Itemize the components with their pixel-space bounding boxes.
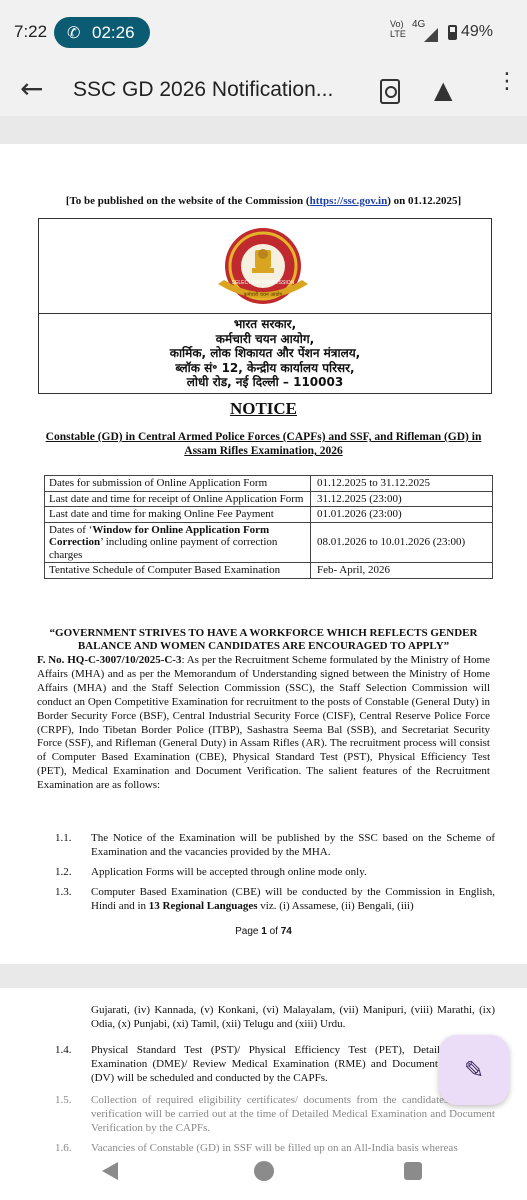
header-box: SELECTION COMMISSION कर्मचारी चयन आयोग भ…: [38, 218, 492, 394]
back-arrow-icon[interactable]: ←: [20, 72, 43, 105]
battery-level: 49%: [461, 23, 494, 40]
ssc-website-link[interactable]: https://ssc.gov.in: [310, 195, 388, 207]
status-bar: 7:22 ✆ 02:26 Vo) LTE 4G 49%: [0, 0, 527, 66]
clock: 7:22: [14, 22, 48, 41]
find-in-document-icon[interactable]: [380, 79, 400, 104]
notice-body-paragraph: F. No. HQ-C-3007/10/2025-C-3: As per the…: [37, 654, 490, 792]
pdf-page-1: [To be published on the website of the C…: [0, 144, 527, 964]
header-hindi-address: भारत सरकार, कर्मचारी चयन आयोग, कार्मिक, …: [169, 317, 361, 389]
app-bar: ← SSC GD 2026 Notification... ▲ ⋮: [0, 66, 527, 116]
add-to-drive-icon[interactable]: ▲: [434, 76, 452, 104]
signal-icon: [424, 28, 438, 42]
publish-line: [To be published on the website of the C…: [65, 195, 462, 207]
table-row: Dates of ‘Window for Online Application …: [44, 521, 493, 563]
table-row: Dates for submission of Online Applicati…: [44, 475, 493, 492]
emblem-text: SELECTION COMMISSION: [232, 280, 295, 286]
document-title: SSC GD 2026 Notification...: [73, 78, 334, 101]
battery-icon: [448, 25, 457, 40]
volte-indicator: Vo) LTE: [390, 19, 406, 39]
table-row: Tentative Schedule of Computer Based Exa…: [44, 562, 493, 579]
ssc-emblem-logo: SELECTION COMMISSION कर्मचारी चयन आयोग: [218, 228, 308, 304]
important-dates-table: Dates for submission of Online Applicati…: [44, 475, 493, 579]
ongoing-call-chip[interactable]: ✆ 02:26: [54, 17, 150, 48]
more-options-icon[interactable]: ⋮: [496, 71, 518, 93]
nav-home-icon[interactable]: [254, 1161, 274, 1181]
notice-title: NOTICE: [229, 399, 298, 418]
phone-icon: ✆: [67, 23, 81, 42]
emblem-hindi: कर्मचारी चयन आयोग: [244, 291, 283, 298]
navigation-bar: [0, 1150, 527, 1200]
gender-balance-statement: “GOVERNMENT STRIVES TO HAVE A WORKFORCE …: [49, 627, 478, 652]
file-number: F. No. HQ-C-3007/10/2025-C-3: [37, 654, 182, 666]
edit-annotate-button[interactable]: ✎: [439, 1035, 509, 1105]
nav-back-icon[interactable]: [102, 1162, 118, 1180]
call-timer: 02:26: [92, 23, 135, 42]
page2-continuation: Gujarati, (iv) Kannada, (v) Konkani, (vi…: [91, 1004, 495, 1030]
page-indicator: Page 1 of 74: [235, 926, 292, 937]
header-divider: [39, 313, 491, 314]
table-row: Last date and time for receipt of Online…: [44, 490, 493, 507]
pen-icon: ✎: [463, 1056, 485, 1084]
exam-subject: Constable (GD) in Central Armed Police F…: [45, 431, 482, 457]
table-row: Last date and time for making Online Fee…: [44, 506, 493, 523]
nav-recents-icon[interactable]: [404, 1162, 422, 1180]
